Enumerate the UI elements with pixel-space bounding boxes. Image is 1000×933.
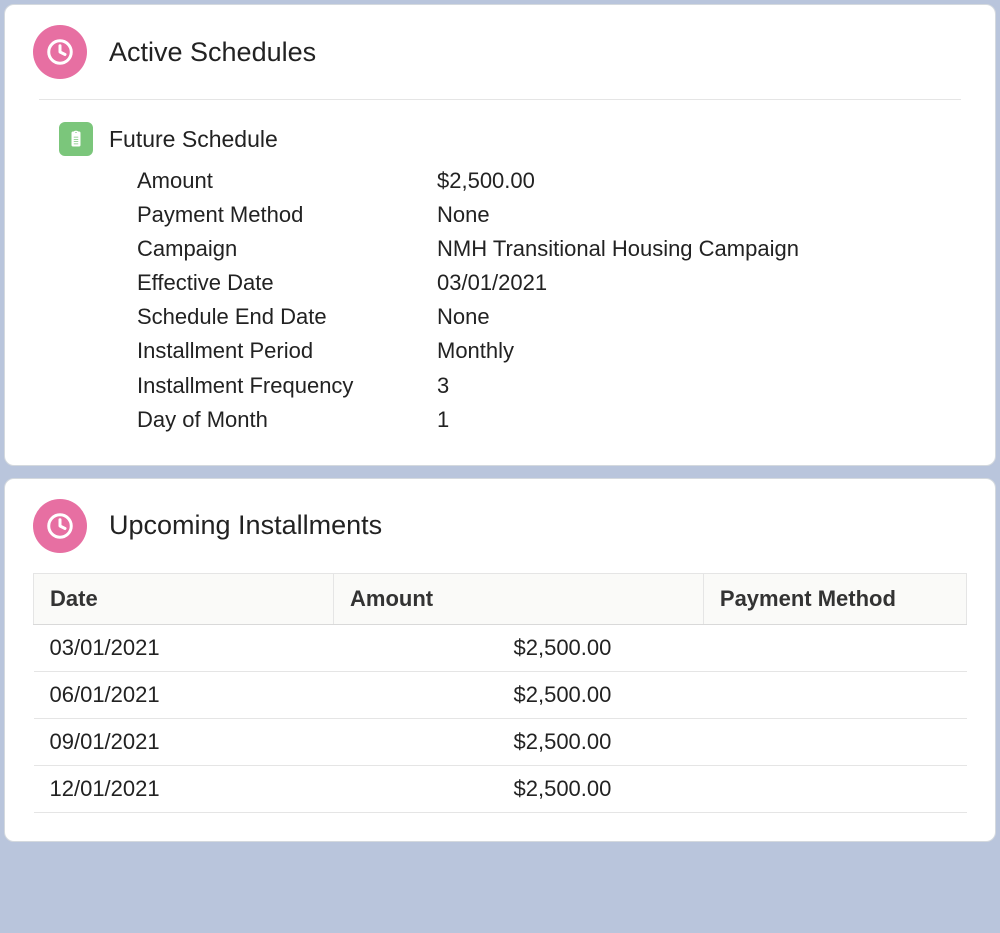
clock-icon [33, 25, 87, 79]
table-row: 12/01/2021 $2,500.00 [34, 765, 967, 812]
detail-row: Schedule End Date None [137, 300, 967, 334]
detail-label: Payment Method [137, 198, 437, 232]
detail-row: Payment Method None [137, 198, 967, 232]
cell-amount: $2,500.00 [334, 765, 704, 812]
column-header-date: Date [34, 573, 334, 624]
detail-label: Schedule End Date [137, 300, 437, 334]
divider [39, 99, 961, 100]
active-schedules-card: Active Schedules Future Schedule Amount … [4, 4, 996, 466]
detail-row: Amount $2,500.00 [137, 164, 967, 198]
detail-row: Installment Period Monthly [137, 334, 967, 368]
cell-method [703, 765, 966, 812]
detail-label: Installment Period [137, 334, 437, 368]
cell-amount: $2,500.00 [334, 718, 704, 765]
cell-method [703, 624, 966, 671]
cell-date: 12/01/2021 [34, 765, 334, 812]
table-row: 09/01/2021 $2,500.00 [34, 718, 967, 765]
cell-amount: $2,500.00 [334, 624, 704, 671]
schedule-head: Future Schedule [59, 122, 967, 156]
card-header: Active Schedules [33, 25, 967, 79]
cell-date: 06/01/2021 [34, 671, 334, 718]
detail-value: $2,500.00 [437, 164, 535, 198]
detail-value: None [437, 198, 490, 232]
detail-row: Campaign NMH Transitional Housing Campai… [137, 232, 967, 266]
column-header-method: Payment Method [703, 573, 966, 624]
detail-value: Monthly [437, 334, 514, 368]
column-header-amount: Amount [334, 573, 704, 624]
detail-value: None [437, 300, 490, 334]
detail-value: 3 [437, 369, 449, 403]
installments-table: Date Amount Payment Method 03/01/2021 $2… [33, 573, 967, 813]
detail-value: 1 [437, 403, 449, 437]
schedule-block: Future Schedule Amount $2,500.00 Payment… [33, 122, 967, 437]
upcoming-installments-card: Upcoming Installments Date Amount Paymen… [4, 478, 996, 842]
detail-value: NMH Transitional Housing Campaign [437, 232, 799, 266]
card-header: Upcoming Installments [33, 499, 967, 553]
cell-method [703, 671, 966, 718]
detail-label: Installment Frequency [137, 369, 437, 403]
detail-label: Day of Month [137, 403, 437, 437]
table-row: 06/01/2021 $2,500.00 [34, 671, 967, 718]
cell-date: 03/01/2021 [34, 624, 334, 671]
detail-label: Amount [137, 164, 437, 198]
clipboard-icon [59, 122, 93, 156]
detail-value: 03/01/2021 [437, 266, 547, 300]
detail-row: Day of Month 1 [137, 403, 967, 437]
card-title: Active Schedules [109, 37, 316, 68]
detail-row: Effective Date 03/01/2021 [137, 266, 967, 300]
schedule-title: Future Schedule [109, 126, 278, 153]
schedule-details: Amount $2,500.00 Payment Method None Cam… [59, 164, 967, 437]
table-row: 03/01/2021 $2,500.00 [34, 624, 967, 671]
cell-date: 09/01/2021 [34, 718, 334, 765]
table-header-row: Date Amount Payment Method [34, 573, 967, 624]
detail-label: Campaign [137, 232, 437, 266]
detail-row: Installment Frequency 3 [137, 369, 967, 403]
clock-icon [33, 499, 87, 553]
card-title: Upcoming Installments [109, 510, 382, 541]
cell-amount: $2,500.00 [334, 671, 704, 718]
detail-label: Effective Date [137, 266, 437, 300]
cell-method [703, 718, 966, 765]
